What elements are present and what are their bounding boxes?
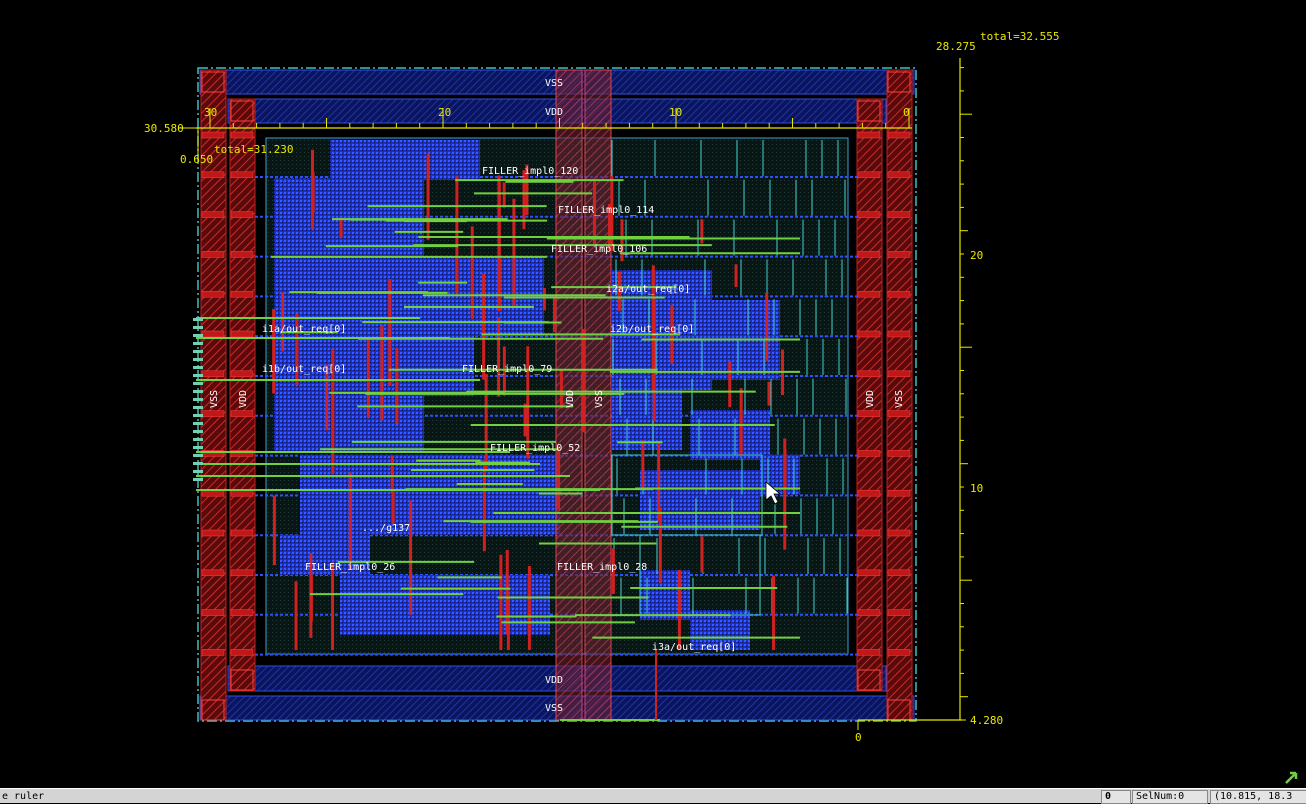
vss-top-label: VSS [545,78,563,89]
vdd-center-label: VDD [565,390,576,408]
ruler-left-total: total=31.230 [214,143,293,156]
vdd-right-label: VDD [865,390,876,408]
vss-left-label: VSS [209,390,220,408]
vss-bottom-label: VSS [545,703,563,714]
cell-label[interactable]: FILLER_impl0_79 [462,364,552,375]
ruler-v-tick-10: 10 [970,482,983,495]
vdd-bottom-label: VDD [545,675,563,686]
io-pins-left [193,318,203,481]
resize-corner-icon[interactable] [1284,771,1298,785]
ruler-h-tick-10: 10 [669,106,682,119]
cell-label[interactable]: i1b/out_req[0] [262,364,346,375]
vss-right-label: VSS [894,390,905,408]
cell-label[interactable]: i2b/out_req[0] [610,324,694,335]
cell-label[interactable]: FILLER_impl0_52 [490,443,580,454]
cell-label[interactable]: i3a/out_req[0] [652,642,736,653]
vdd-left-label: VDD [238,390,249,408]
ruler-h-tick-20: 20 [438,106,451,119]
cell-label[interactable]: FILLER_impl0_120 [482,166,578,177]
ruler-bottom-zero: 0 [855,731,862,744]
cell-label[interactable]: i2a/out_req[0] [606,284,690,295]
ruler-v-tick-20: 20 [970,249,983,262]
ruler-top-total: total=32.555 [980,30,1059,43]
ruler-h-tick-30: 30 [204,106,217,119]
cell-label[interactable]: FILLER_impl0_26 [305,562,395,573]
cell-label[interactable]: FILLER_impl0_28 [557,562,647,573]
status-bar: e ruler 0 SelNum:0 (10.815, 18.3 [0,788,1306,804]
cell-label[interactable]: .../g137 [362,523,410,534]
cell-label[interactable]: FILLER_impl0_106 [551,244,647,255]
ruler-left-value: 30.580 [144,122,184,135]
ruler-top-value: 28.275 [936,40,976,53]
ruler-h-tick-0: 0 [903,106,910,119]
ruler-left-sub-value: 0.650 [180,153,213,166]
vdd-top-label: VDD [545,107,563,118]
cell-label[interactable]: FILLER_impl0_114 [558,205,654,216]
cell-label[interactable]: i1a/out_req[0] [262,324,346,335]
vss-center-label: VSS [594,390,605,408]
ruler-bottom-value: 4.280 [970,714,1003,727]
layout-canvas[interactable]: VSS VDD VDD VSS VSS VDD VDD VSS VDD VSS … [0,0,1306,788]
